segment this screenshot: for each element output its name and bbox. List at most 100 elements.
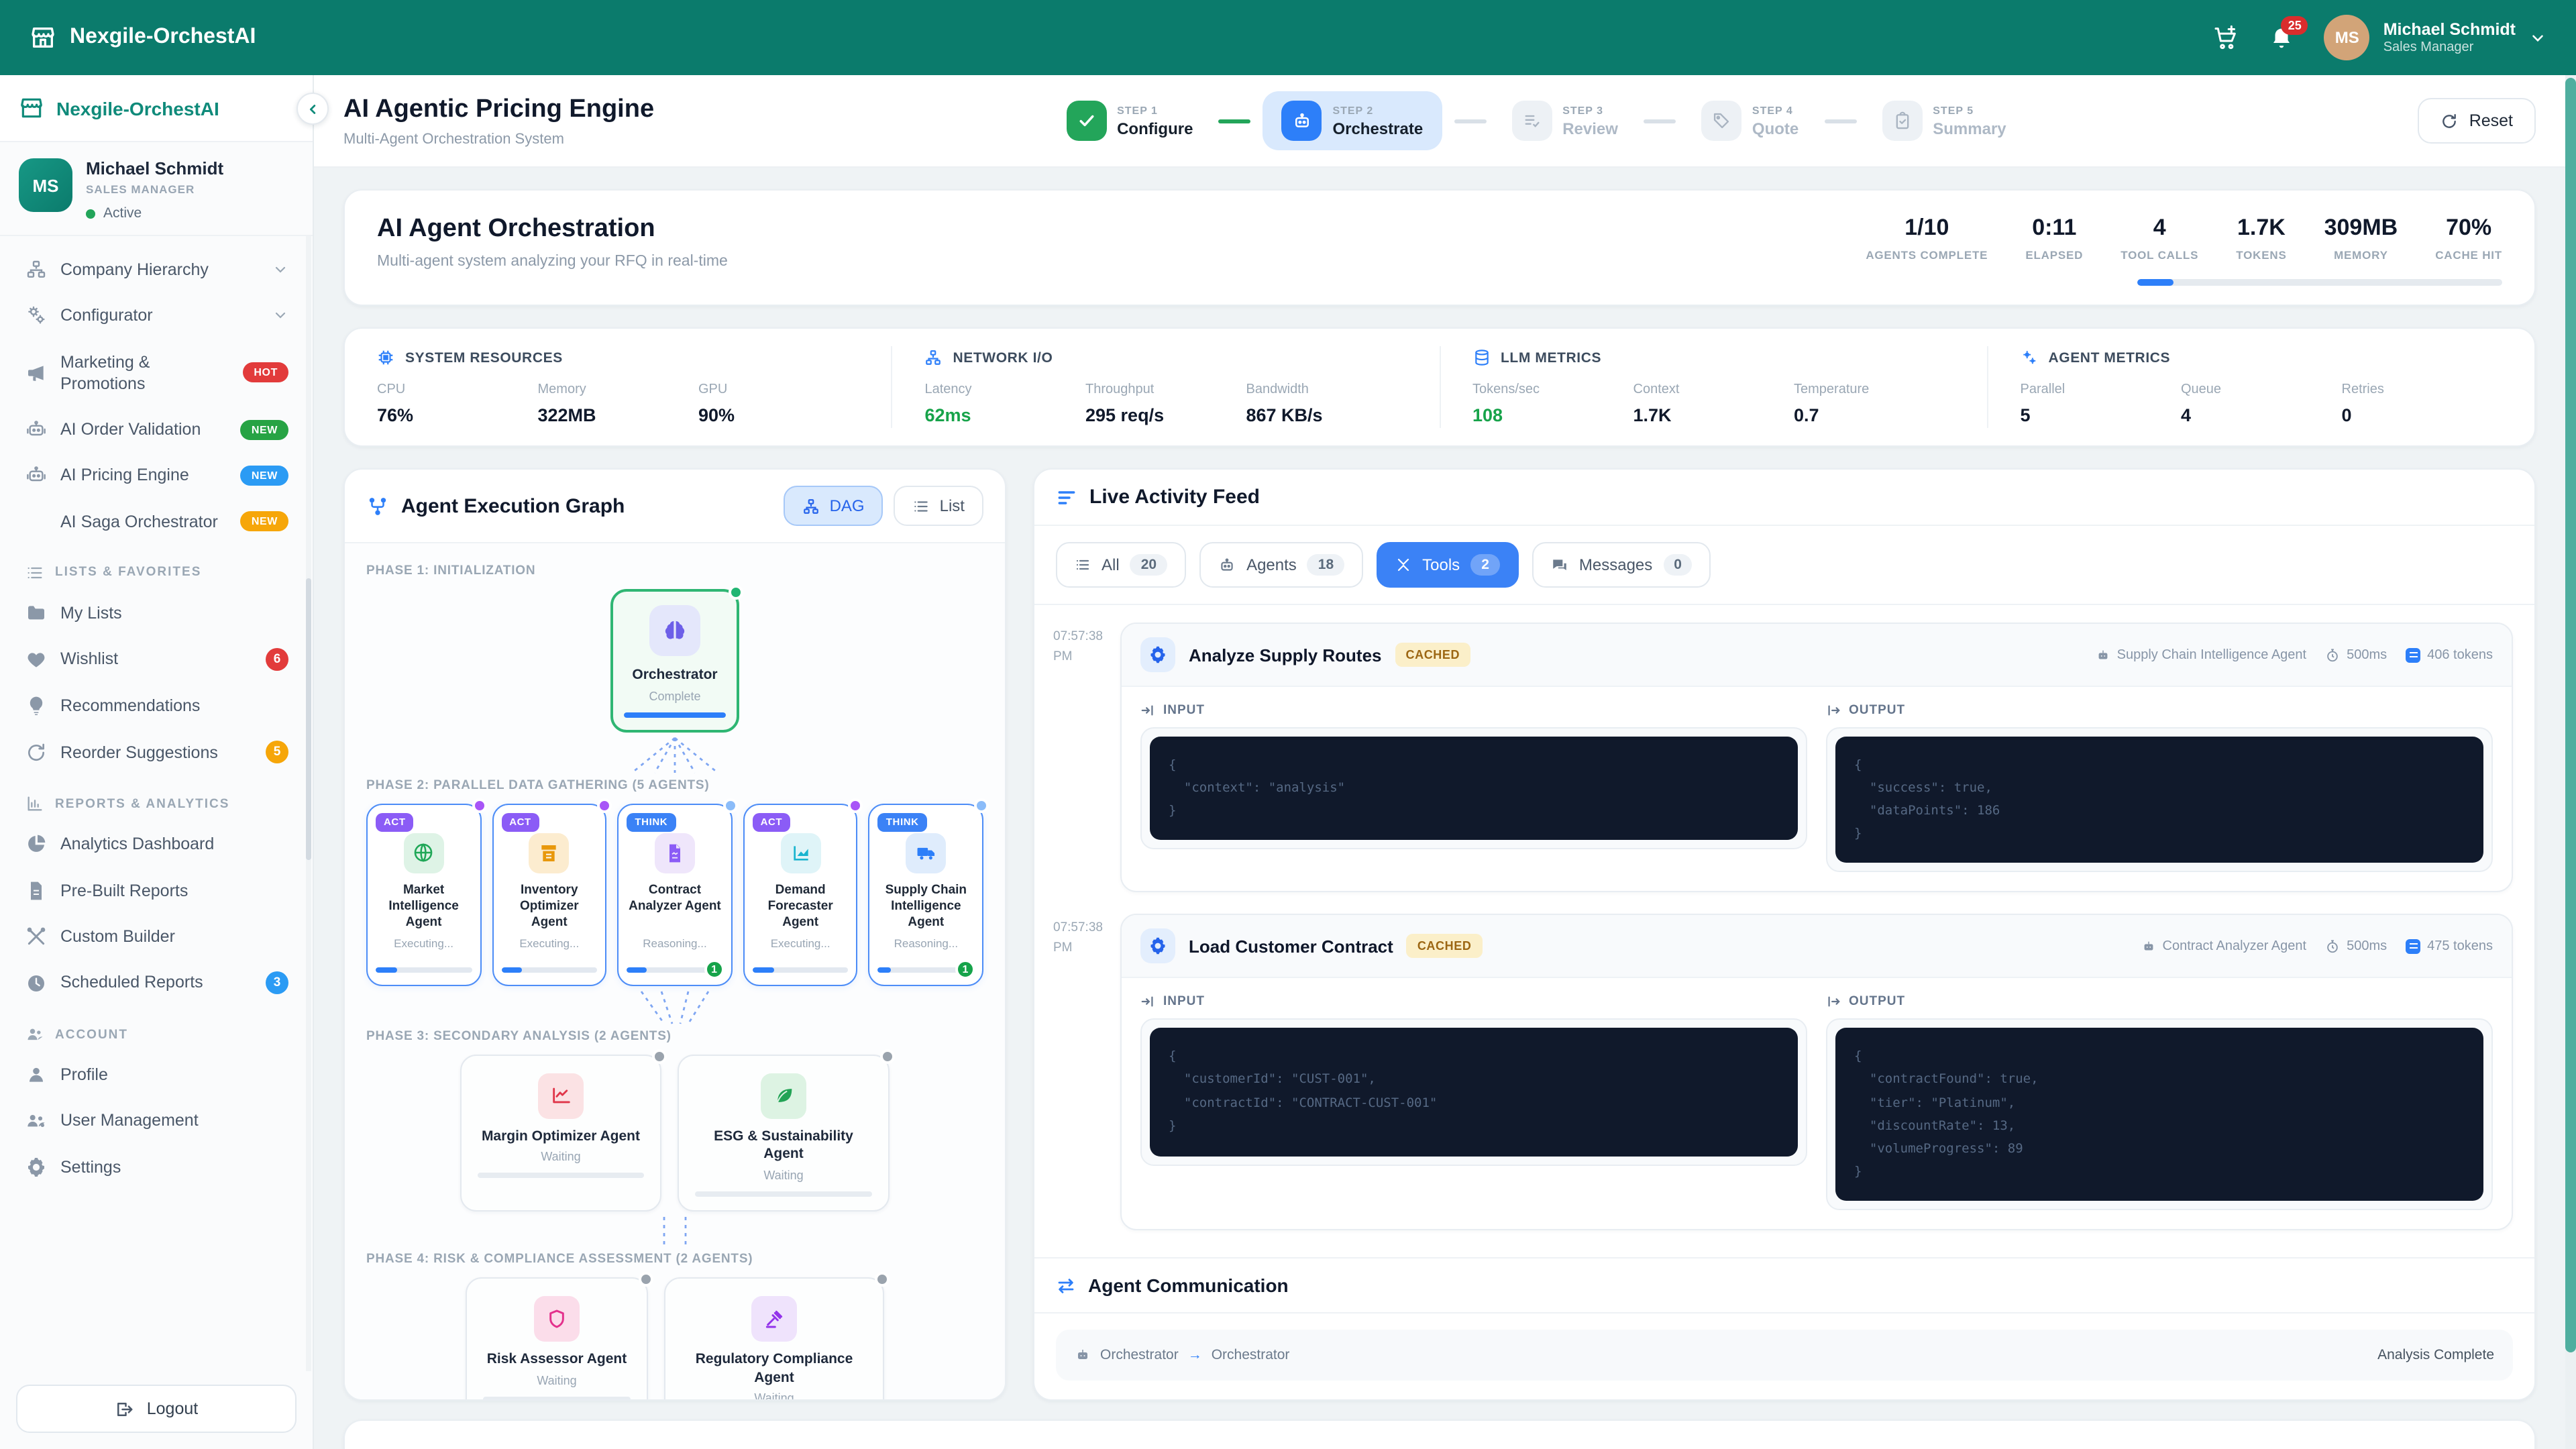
agent-node-inventory-optimizer[interactable]: ACT Inventory Optimizer Agent Executing.… [492,803,606,985]
feed-duration: 500ms [2325,647,2387,662]
sidebar-item-recommendations[interactable]: Recommendations [13,683,299,729]
sidebar-item-scheduled-reports[interactable]: Scheduled Reports 3 [13,959,299,1006]
user-name: Michael Schmidt [2383,20,2516,40]
tab-count: 20 [1130,554,1167,576]
metric-value: 4 [2181,405,2342,425]
sidebar-item-label: Scheduled Reports [60,972,252,994]
sidebar-item-configurator[interactable]: Configurator [13,293,299,339]
user-menu[interactable]: MS Michael Schmidt Sales Manager [2324,15,2546,60]
orchestration-stats: 1/10 AGENTS COMPLETE 0:11 ELAPSED 4 TOOL… [1866,215,2502,286]
agent-node-market-intelligence[interactable]: ACT Market Intelligence Agent Executing.… [366,803,481,985]
sidebar-item-profile[interactable]: Profile [13,1052,299,1098]
metric-label: Queue [2181,382,2342,397]
tab-tools[interactable]: Tools 2 [1377,542,1519,588]
metric-label: Bandwidth [1246,382,1407,397]
orchestration-title: AI Agent Orchestration [377,215,728,244]
agent-node-regulatory-compliance[interactable]: Regulatory Compliance Agent Waiting [664,1277,884,1399]
sidebar-item-label: Marketing & Promotions [60,351,229,394]
step-quote[interactable]: STEP 4 Quote [1688,93,1812,149]
step-summary[interactable]: STEP 5 Summary [1868,93,2019,149]
metric-label: Temperature [1794,382,1955,397]
metric-bandwidth: Bandwidth 867 KB/s [1246,382,1407,425]
feed-item-load-customer-contract[interactable]: Load Customer Contract CACHED Contract A… [1120,914,2513,1230]
list-view-button[interactable]: List [894,486,983,526]
communication-row[interactable]: Orchestrator → Orchestrator Analysis Com… [1056,1330,2513,1381]
stat-label: CACHE HIT [2435,248,2502,262]
sidebar-item-custom-builder[interactable]: Custom Builder [13,914,299,960]
stat-agents-complete: 1/10 AGENTS COMPLETE [1866,215,1988,262]
sidebar-item-user-management[interactable]: User Management [13,1098,299,1144]
sidebar-item-label: Configurator [60,305,259,327]
sidebar-logo-row: Nexgile-OrchestAI [0,75,313,142]
output-code-block[interactable]: { "success": true, "dataPoints": 186 } [1826,727,2493,873]
cached-badge: CACHED [1395,643,1471,667]
robot-icon [2141,939,2156,954]
sidebar-item-marketing-promotions[interactable]: Marketing & Promotions HOT [13,339,299,407]
output-code-block[interactable]: { "contractFound": true, "tier": "Platin… [1826,1019,2493,1210]
agent-node-supply-chain-intelligence[interactable]: THINK Supply Chain Intelligence Agent Re… [869,803,983,985]
dag-view-button[interactable]: DAG [784,486,883,526]
agent-node-risk-assessor[interactable]: Risk Assessor Agent Waiting [466,1277,648,1399]
reorder-count-badge: 5 [266,741,288,764]
feed-tokens: 475 tokens [2406,939,2493,954]
feed-row: 07:57:38 PM Load Customer Contract CACHE… [1045,914,2513,1230]
agent-node-demand-forecaster[interactable]: ACT Demand Forecaster Agent Executing... [743,803,858,985]
sidebar-item-wishlist[interactable]: Wishlist 6 [13,636,299,683]
sidebar-item-ai-saga-orchestrator[interactable]: AI Saga Orchestrator NEW [13,498,299,545]
sidebar-user-name: Michael Schmidt [86,158,223,178]
step-review[interactable]: STEP 3 Review [1498,93,1631,149]
step-orchestrate[interactable]: STEP 2 Orchestrate [1263,91,1442,150]
stat-memory: 309MB MEMORY [2324,215,2398,262]
act-badge: ACT [501,812,539,831]
sidebar-item-pre-built-reports[interactable]: Pre-Built Reports [13,867,299,914]
code-line: "context": "analysis" [1169,777,1779,800]
act-badge: ACT [376,812,414,831]
gears-icon [24,305,47,327]
sidebar-item-analytics-dashboard[interactable]: Analytics Dashboard [13,822,299,868]
tab-count: 18 [1307,554,1344,576]
orchestrator-node[interactable]: Orchestrator Complete [610,589,739,732]
sidebar-item-label: Custom Builder [60,926,288,948]
cart-button[interactable] [2213,24,2240,51]
logout-button[interactable]: Logout [16,1385,297,1433]
reset-button[interactable]: Reset [2418,98,2536,144]
sidebar-collapse-button[interactable] [297,93,329,125]
sidebar-item-my-lists[interactable]: My Lists [13,590,299,637]
agent-progress [376,967,472,972]
input-arrow-icon [1140,995,1155,1010]
sidebar-item-company-hierarchy[interactable]: Company Hierarchy [13,247,299,293]
tokens-value: 406 tokens [2427,647,2493,662]
metric-gpu: GPU 90% [698,382,859,425]
step-text: STEP 4 Quote [1752,104,1799,138]
sidebar-item-settings[interactable]: Settings [13,1144,299,1190]
tab-all[interactable]: All 20 [1056,542,1186,588]
sidebar-scrollbar-thumb[interactable] [306,578,311,860]
metric-value: 0 [2342,405,2503,425]
notifications-button[interactable]: 25 [2269,25,2295,50]
tab-agents[interactable]: Agents 18 [1199,542,1363,588]
duration-value: 500ms [2347,647,2387,662]
agent-name: Inventory Optimizer Agent [501,882,597,932]
page-scrollbar-thumb[interactable] [2565,78,2576,1352]
stat-elapsed: 0:11 ELAPSED [2025,215,2083,262]
agent-progress-fill [753,967,774,972]
sidebar-item-ai-pricing-engine[interactable]: AI Pricing Engine NEW [13,453,299,499]
step-connector [1454,119,1486,123]
input-code-block[interactable]: { "context": "analysis" } [1140,727,1807,850]
feed-item-analyze-supply-routes[interactable]: Analyze Supply Routes CACHED Supply Chai… [1120,623,2513,893]
tab-label: Agents [1246,555,1297,574]
sidebar-item-ai-order-validation[interactable]: AI Order Validation NEW [13,407,299,453]
robot-icon [1281,101,1322,141]
input-code-block[interactable]: { "customerId": "CUST-001", "contractId"… [1140,1019,1807,1167]
inventory-icon [529,833,570,873]
agent-node-margin-optimizer[interactable]: Margin Optimizer Agent Waiting [460,1054,661,1212]
agent-node-esg-sustainability[interactable]: ESG & Sustainability Agent Waiting [678,1054,890,1212]
agent-node-contract-analyzer[interactable]: THINK Contract Analyzer Agent Reasoning.… [617,803,732,985]
sidebar-item-reorder-suggestions[interactable]: Reorder Suggestions 5 [13,729,299,776]
step-configure[interactable]: STEP 1 Configure [1053,93,1206,149]
storefront-icon [19,95,44,121]
tab-messages[interactable]: Messages 0 [1532,542,1711,588]
reset-label: Reset [2469,111,2513,130]
duration-value: 500ms [2347,939,2387,954]
feed-item-title: Analyze Supply Routes [1189,645,1382,665]
